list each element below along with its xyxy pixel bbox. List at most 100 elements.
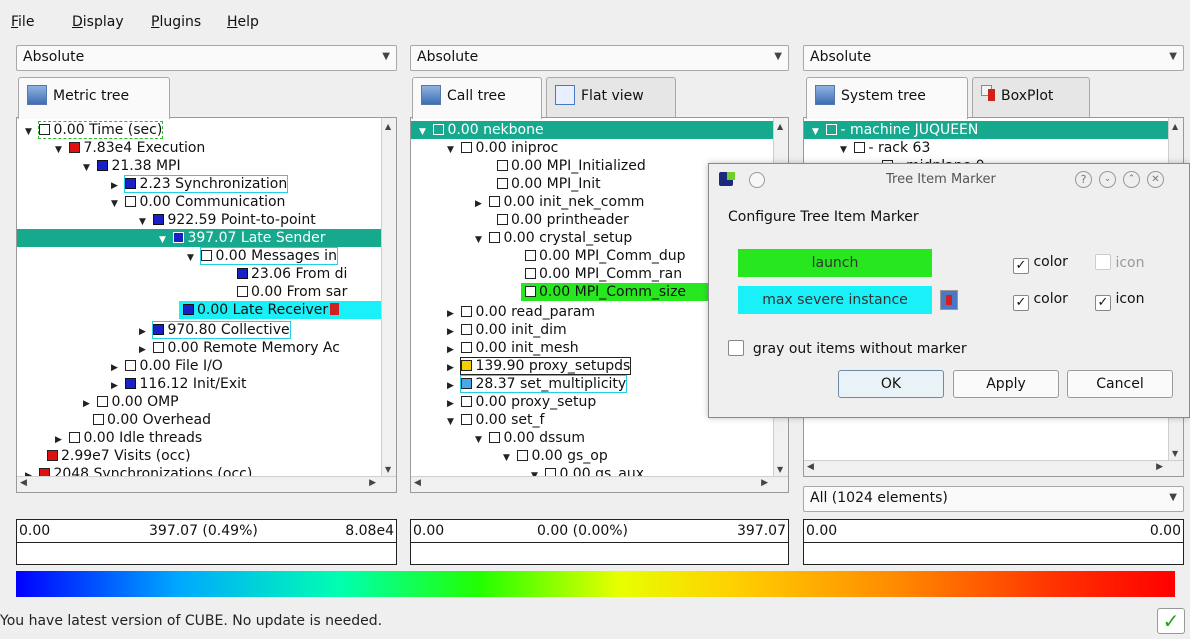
ok-button[interactable]: OK	[838, 370, 944, 398]
tab-metric-tree[interactable]: Metric tree	[18, 77, 170, 119]
tree-node[interactable]: ▼ 0.00 crystal_setup	[475, 229, 632, 247]
tree-node[interactable]: ▼ 0.00 set_f	[447, 411, 544, 429]
horizontal-scrollbar[interactable]: ◀ ▶	[804, 460, 1183, 476]
help-icon[interactable]: ?	[1075, 171, 1092, 188]
icon-checkbox-disabled[interactable]	[1095, 254, 1111, 270]
value-min: 0.00	[413, 523, 445, 539]
tree-node[interactable]: 0.00 MPI_Comm_ran	[525, 265, 682, 283]
tree-node[interactable]: ▼ 7.83e4 Execution	[55, 139, 205, 157]
dialog-title: Tree Item Marker	[886, 172, 996, 187]
system-value-bar: 0.00 0.00	[803, 519, 1184, 565]
grayout-option[interactable]: gray out items without marker	[728, 340, 967, 357]
grayout-label: gray out items without marker	[752, 341, 967, 357]
maximize-icon[interactable]: ⌃	[1123, 171, 1140, 188]
tree-node-marked[interactable]: 0.00 MPI_Comm_size	[521, 283, 711, 301]
marker-launch-color[interactable]: launch	[738, 249, 932, 277]
list-icon	[555, 85, 575, 105]
call-value-mode-select[interactable]: Absolute ▼	[410, 45, 789, 71]
tree-node[interactable]: 0.00 printheader	[497, 211, 629, 229]
menu-help[interactable]: Help	[227, 14, 259, 30]
menu-plugins[interactable]: Plugins	[151, 14, 201, 30]
horizontal-scrollbar[interactable]: ◀ ▶	[17, 476, 396, 492]
tree-node-marked[interactable]: 0.00 Late Receiver	[179, 301, 381, 319]
cancel-button[interactable]: Cancel	[1067, 370, 1173, 398]
color-label: color	[1033, 291, 1068, 307]
tree-node-selected[interactable]: ▼ 397.07 Late Sender	[17, 229, 381, 247]
tree-node[interactable]: ▶ 0.00 Idle threads	[55, 429, 202, 447]
marker-icon-preview[interactable]	[940, 290, 958, 310]
tree-node[interactable]: ▶ 970.80 Collective	[139, 321, 291, 339]
boxplot-icon	[981, 85, 995, 101]
tree-node[interactable]: 0.00 MPI_Initialized	[497, 157, 646, 175]
metric-value-mode-label: Absolute	[23, 49, 85, 65]
tab-label: Flat view	[581, 88, 644, 104]
marker-launch-icon-option[interactable]: icon	[1095, 254, 1144, 271]
tree-node[interactable]: ▼ 922.59 Point-to-point	[139, 211, 316, 229]
vertical-scrollbar[interactable]: ▲ ▼	[381, 118, 396, 476]
tree-node[interactable]: ▶ 0.00 OMP	[83, 393, 179, 411]
tree-node-selected[interactable]: ▼ 0.00 nekbone	[411, 121, 773, 139]
chevron-down-icon: ▼	[1169, 492, 1177, 503]
grayout-checkbox[interactable]	[728, 340, 744, 356]
call-value-bar: 0.00 0.00 (0.00%) 397.07	[410, 519, 789, 565]
color-checkbox-checked[interactable]: ✓	[1013, 295, 1029, 311]
marker-max-severe-color-option[interactable]: ✓ color	[1013, 291, 1068, 311]
tree-node[interactable]: ▶ 0.00 init_dim	[447, 321, 567, 339]
metric-value-mode-select[interactable]: Absolute ▼	[16, 45, 397, 71]
metric-tree-pane[interactable]: ▼ 0.00 Time (sec) ▼ 7.83e4 Execution ▼ 2…	[16, 117, 397, 493]
tree-node[interactable]: 0.00 Overhead	[93, 411, 211, 429]
system-value-mode-label: Absolute	[810, 49, 872, 65]
tree-node-selected[interactable]: ▼ - machine JUQUEEN	[804, 121, 1168, 139]
menu-display[interactable]: Display	[72, 14, 124, 30]
tree-node[interactable]: ▶ 139.90 proxy_setupds	[447, 357, 632, 375]
marker-max-severe-icon-option[interactable]: ✓ icon	[1095, 291, 1144, 311]
tree-node[interactable]: ▶ 0.00 init_nek_comm	[475, 193, 644, 211]
tab-label: Call tree	[447, 88, 506, 104]
tab-label: System tree	[841, 88, 926, 104]
tree-node[interactable]: 23.06 From di	[237, 265, 347, 283]
minimize-icon[interactable]: ⌄	[1099, 171, 1116, 188]
tree-node[interactable]: ▶ 2.23 Synchronization	[111, 175, 289, 193]
tree-node[interactable]: ▼ 0.00 Communication	[111, 193, 285, 211]
system-filter-select[interactable]: All (1024 elements) ▼	[803, 486, 1184, 512]
metric-value-bar: 0.00 397.07 (0.49%) 8.08e4	[16, 519, 397, 565]
tree-node[interactable]: ▶ 0.00 Remote Memory Ac	[139, 339, 340, 357]
tab-call-tree[interactable]: Call tree	[412, 77, 542, 119]
tree-node[interactable]: ▶ 28.37 set_multiplicity	[447, 375, 628, 393]
tree-node[interactable]: ▼ 0.00 dssum	[475, 429, 585, 447]
tree-node[interactable]: 0.00 From sar	[237, 283, 347, 301]
close-icon[interactable]: ✕	[1147, 171, 1164, 188]
marker-max-severe-color[interactable]: max severe instance	[738, 286, 932, 314]
value-selected: 0.00 (0.00%)	[537, 523, 629, 539]
color-checkbox-checked[interactable]: ✓	[1013, 258, 1029, 274]
tree-node[interactable]: ▶ 116.12 Init/Exit	[111, 375, 247, 393]
system-value-mode-select[interactable]: Absolute ▼	[803, 45, 1184, 71]
menu-file[interactable]: File	[11, 14, 34, 30]
tree-node[interactable]: 2.99e7 Visits (occ)	[47, 447, 191, 465]
tree-node[interactable]: ▶ 0.00 proxy_setup	[447, 393, 596, 411]
tree-node[interactable]: ▼ 0.00 Time (sec)	[25, 121, 164, 139]
icon-checkbox-checked[interactable]: ✓	[1095, 295, 1111, 311]
tree-node[interactable]: ▼ 0.00 gs_op	[503, 447, 608, 465]
tree-node[interactable]: ▼ 0.00 Messages in	[187, 247, 338, 265]
tree-node[interactable]: ▶ 0.00 read_param	[447, 303, 595, 321]
tab-label: Metric tree	[53, 88, 130, 104]
tab-flat-view[interactable]: Flat view	[546, 77, 676, 118]
tree-node[interactable]: ▶ 0.00 init_mesh	[447, 339, 579, 357]
app-icon-accent	[727, 172, 735, 180]
apply-button[interactable]: Apply	[953, 370, 1059, 398]
tree-node[interactable]: ▼ 21.38 MPI	[83, 157, 181, 175]
dialog-heading: Configure Tree Item Marker	[728, 209, 919, 225]
chevron-down-icon: ▼	[774, 51, 782, 62]
tree-node[interactable]: ▼ 0.00 iniproc	[447, 139, 558, 157]
menu-button[interactable]	[749, 172, 765, 188]
tree-node[interactable]: ▶ 0.00 File I/O	[111, 357, 223, 375]
marker-icon	[330, 303, 340, 315]
horizontal-scrollbar[interactable]: ◀ ▶	[411, 476, 788, 492]
tree-node[interactable]: 0.00 MPI_Init	[497, 175, 601, 193]
marker-launch-color-option[interactable]: ✓ color	[1013, 254, 1068, 274]
tab-system-tree[interactable]: System tree	[806, 77, 968, 119]
tree-node[interactable]: 0.00 MPI_Comm_dup	[525, 247, 686, 265]
tree-node[interactable]: ▼ - rack 63	[840, 139, 930, 157]
tab-boxplot[interactable]: BoxPlot	[972, 77, 1090, 118]
